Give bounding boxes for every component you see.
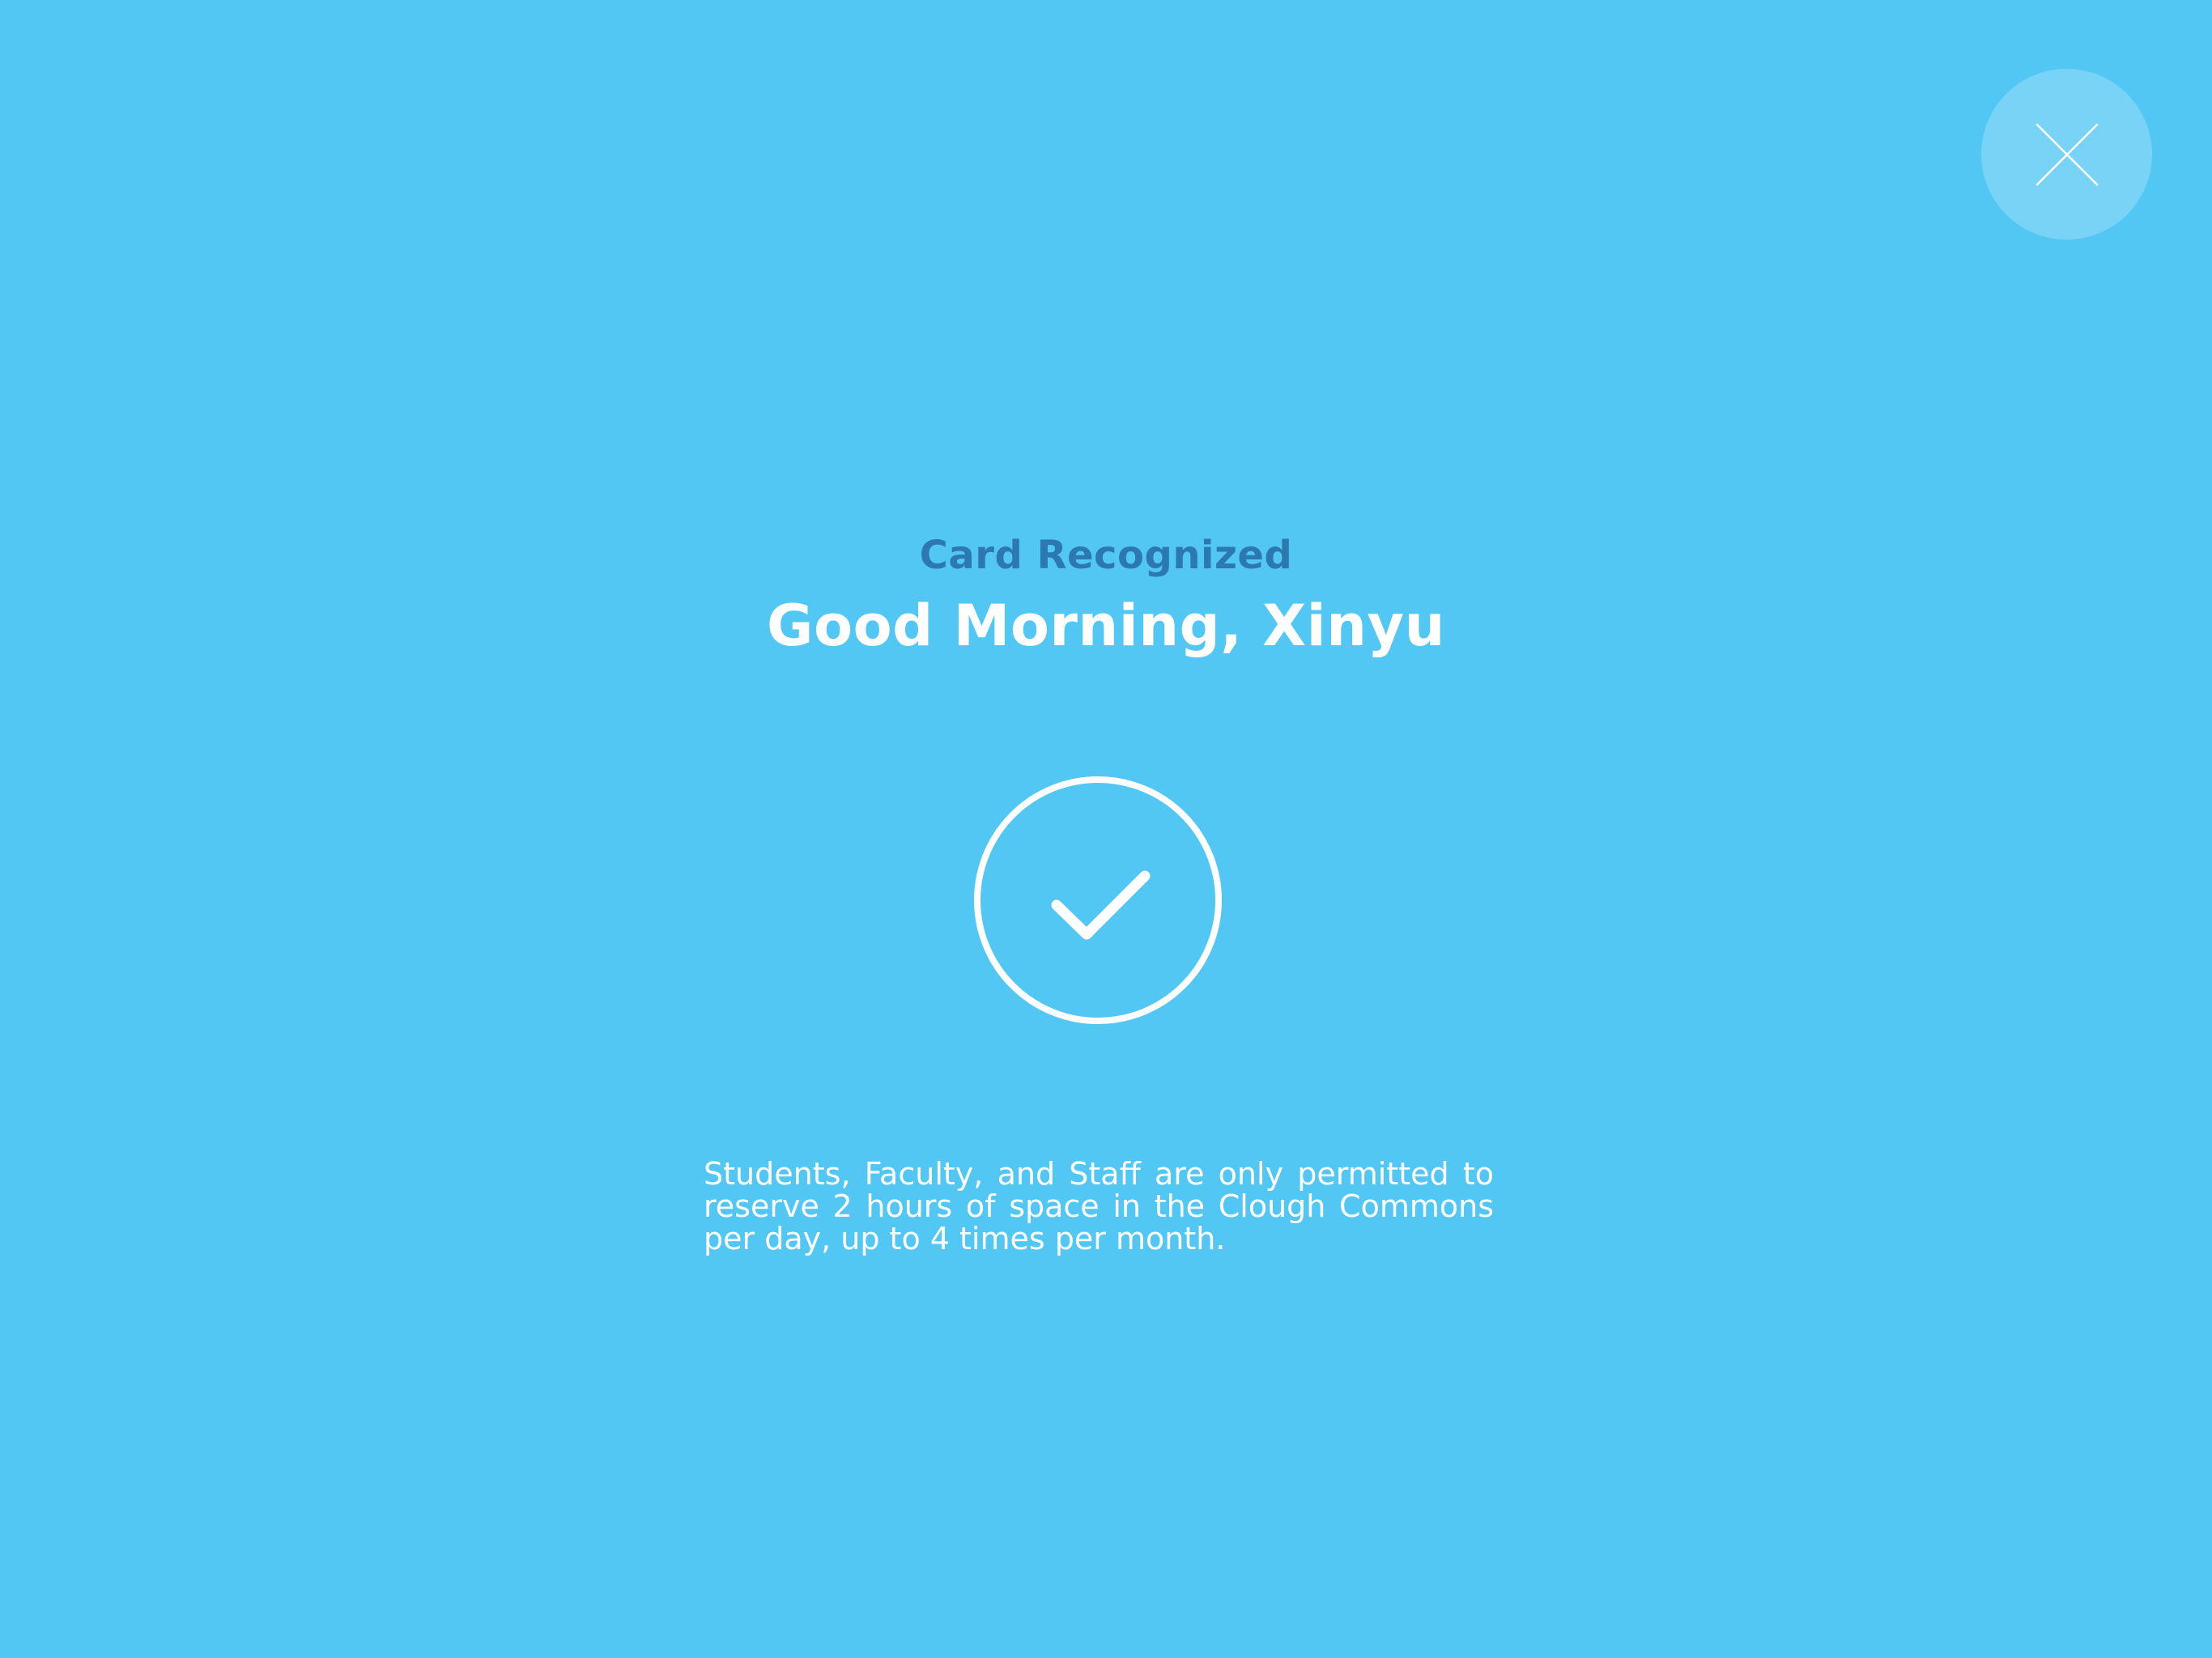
greeting-title: Good Morning, Xinyu [767, 593, 1445, 659]
close-button[interactable] [1981, 69, 2152, 240]
reservation-policy-text: Students, Faculty, and Staff are only pe… [704, 1156, 1494, 1256]
close-icon [2035, 123, 2099, 186]
card-recognized-subtitle: Card Recognized [919, 533, 1293, 578]
check-circle-icon [973, 776, 1223, 1025]
